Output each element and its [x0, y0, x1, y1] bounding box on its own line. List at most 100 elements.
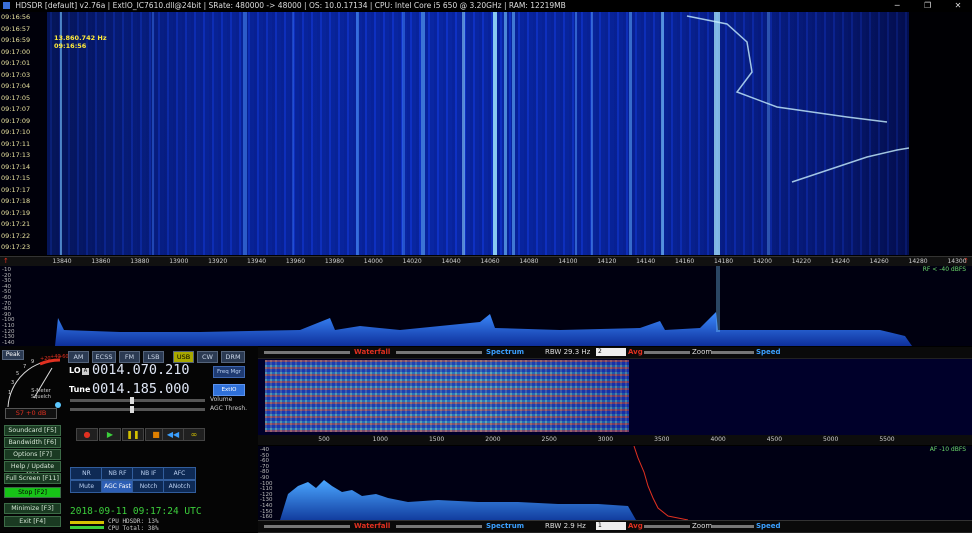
help-update-button[interactable]: Help / Update [F1]	[4, 461, 61, 479]
rbw-select-top[interactable]: 2	[596, 348, 626, 356]
rewind-button[interactable]: ◀◀	[162, 428, 184, 441]
rbw-label-bottom: RBW 2.9 Hz	[545, 522, 586, 530]
minimize-button[interactable]: Minimize [F3]	[4, 503, 61, 514]
waterfall-brightness-slider-top[interactable]	[396, 351, 482, 354]
audio-frequency-tick-label: 4500	[766, 436, 783, 443]
mute-button[interactable]: Mute	[70, 480, 103, 493]
waterfall-timestamp: 09:17:18	[1, 197, 31, 205]
afc-button[interactable]: AFC	[163, 467, 196, 480]
frequency-tick-label: 14000	[363, 258, 383, 265]
bandwidth-button[interactable]: Bandwidth [F6]	[4, 437, 61, 448]
waterfall-timestamp: 09:17:10	[1, 128, 31, 136]
mode-drm-button[interactable]: DRM	[221, 351, 245, 363]
speed-label-top: Speed	[756, 348, 781, 356]
frequency-tick-label: 13940	[247, 258, 267, 265]
volume-slider[interactable]	[70, 397, 205, 404]
cpu-hdsdr-label: CPU HDSDR: 13%	[108, 518, 159, 525]
audio-waterfall[interactable]	[258, 359, 972, 435]
volume-label: Volume	[210, 396, 233, 403]
full-screen-button[interactable]: Full Screen [F11]	[4, 473, 61, 484]
waterfall-out-of-band	[909, 12, 972, 255]
speed-slider-bottom[interactable]	[712, 525, 754, 528]
lo-lock-icon[interactable]: A	[82, 368, 89, 375]
app-icon	[3, 2, 10, 9]
nb-if-button[interactable]: NB IF	[132, 467, 165, 480]
frequency-tick-label: 13900	[169, 258, 189, 265]
agc-fast-button[interactable]: AGC Fast	[101, 480, 134, 493]
avg-slider-bottom[interactable]	[644, 525, 690, 528]
mode-fm-button[interactable]: FM	[119, 351, 140, 363]
frequency-tick-label: 14240	[830, 258, 850, 265]
rf-spectrum[interactable]: RF < -40 dBFS -10 -20 -30 -40 -50 -60 -70 -80 -9…	[0, 266, 972, 346]
frequency-tick-label: 13880	[130, 258, 150, 265]
avg-slider-top[interactable]	[644, 351, 690, 354]
speed-slider-top[interactable]	[712, 351, 754, 354]
waterfall-timestamp: 09:17:09	[1, 116, 31, 125]
rbw-select-bottom[interactable]: 1	[596, 522, 626, 530]
lo-label: LO	[69, 366, 81, 375]
agc-threshold-slider[interactable]	[70, 406, 205, 413]
window-title: HDSDR [default] v2.76a | ExtIO_IC7610.dl…	[15, 1, 566, 10]
frequency-tick-label: 14060	[480, 258, 500, 265]
frequency-tick-label: 13920	[208, 258, 228, 265]
frequency-tick-label: 14180	[713, 258, 734, 265]
mode-am-button[interactable]: AM	[68, 351, 89, 363]
waterfall-brightness-slider-bottom[interactable]	[396, 525, 482, 528]
nr-button[interactable]: NR	[70, 467, 103, 480]
frequency-tick-label: 14020	[402, 258, 422, 265]
frequency-tick-label: 14260	[869, 258, 889, 265]
close-window-button[interactable]: ✕	[944, 0, 972, 11]
mode-cw-button[interactable]: CW	[197, 351, 218, 363]
mode-usb-button[interactable]: USB	[173, 351, 194, 363]
maximize-window-button[interactable]: ❐	[914, 0, 942, 11]
waterfall-timestamp: 09:17:22	[1, 231, 31, 240]
frequency-tick-label: 14120	[597, 258, 617, 265]
freq-mgr-button[interactable]: Freq Mgr	[213, 366, 245, 378]
audio-frequency-tick-label: 5000	[823, 436, 839, 443]
waterfall-timestamp: 09:17:05	[1, 93, 31, 102]
minimize-window-button[interactable]: ─	[883, 0, 911, 11]
stop-button[interactable]: Stop [F2]	[4, 487, 61, 498]
agc-threshold-label: AGC Thresh.	[210, 405, 248, 412]
rf-waterfall[interactable]	[47, 12, 909, 255]
zoom-label-top: Zoom	[692, 348, 713, 356]
spectrum-label-bottom: Spectrum	[486, 522, 525, 530]
waterfall-contrast-slider-top[interactable]	[264, 351, 350, 354]
loop-button[interactable]: ∞	[183, 428, 205, 441]
zoom-label-bottom: Zoom	[692, 522, 713, 530]
play-button[interactable]: ▶	[99, 428, 121, 441]
smeter-scale-label: +60	[58, 354, 69, 360]
frequency-tick-label: 14220	[791, 258, 811, 265]
notch-button[interactable]: Notch	[132, 480, 165, 493]
audio-frequency-tick-label: 3500	[654, 436, 670, 443]
waterfall-contrast-slider-bottom[interactable]	[264, 525, 350, 528]
exit-button[interactable]: Exit [F4]	[4, 516, 61, 527]
speed-label-bottom: Speed	[756, 522, 781, 530]
record-button[interactable]: ●	[76, 428, 98, 441]
waterfall-timestamp: 09:16:56	[1, 13, 31, 21]
waterfall-label-top: Waterfall	[354, 348, 391, 356]
frequency-tick-label: 13980	[324, 258, 344, 265]
mode-ecss-button[interactable]: ECSS	[92, 351, 116, 363]
smeter-squelch-label: S-Meter Squelch	[31, 388, 51, 400]
waterfall-timestamp: 09:17:01	[1, 59, 31, 67]
nb-rf-button[interactable]: NB RF	[101, 467, 134, 480]
frequency-tick-label: 14300	[947, 258, 967, 265]
smeter-scale-label: 5	[16, 371, 20, 377]
audio-frequency-scale: 500 1000 1500 2000 2500 3000 3500 4000 4500 5000 5…	[258, 435, 972, 445]
pause-button[interactable]: ❚❚	[122, 428, 144, 441]
lo-frequency-display[interactable]: 0014.070.210	[92, 362, 190, 378]
smeter-readout: S7 +0 dB	[5, 408, 57, 419]
cursor-time: 09:16:56	[54, 42, 87, 50]
audio-spectrum[interactable]: AF -10 dBFS -40 -50 -60 -70 -80 -90 -100 -110 -1…	[258, 446, 972, 520]
title-bar: HDSDR [default] v2.76a | ExtIO_IC7610.dl…	[0, 0, 972, 11]
options-button[interactable]: Options [F7]	[4, 449, 61, 460]
anotch-button[interactable]: ANotch	[163, 480, 196, 493]
cpu-usage-bar	[70, 521, 104, 524]
soundcard-button[interactable]: Soundcard [F5]	[4, 425, 61, 436]
mode-lsb-button[interactable]: LSB	[143, 351, 164, 363]
tune-frequency-display[interactable]: 0014.185.000	[92, 381, 190, 397]
extio-button[interactable]: ExtIO	[213, 384, 245, 396]
avg-label-bottom: Avg	[628, 522, 643, 530]
frequency-tick-label: 14160	[675, 258, 695, 265]
